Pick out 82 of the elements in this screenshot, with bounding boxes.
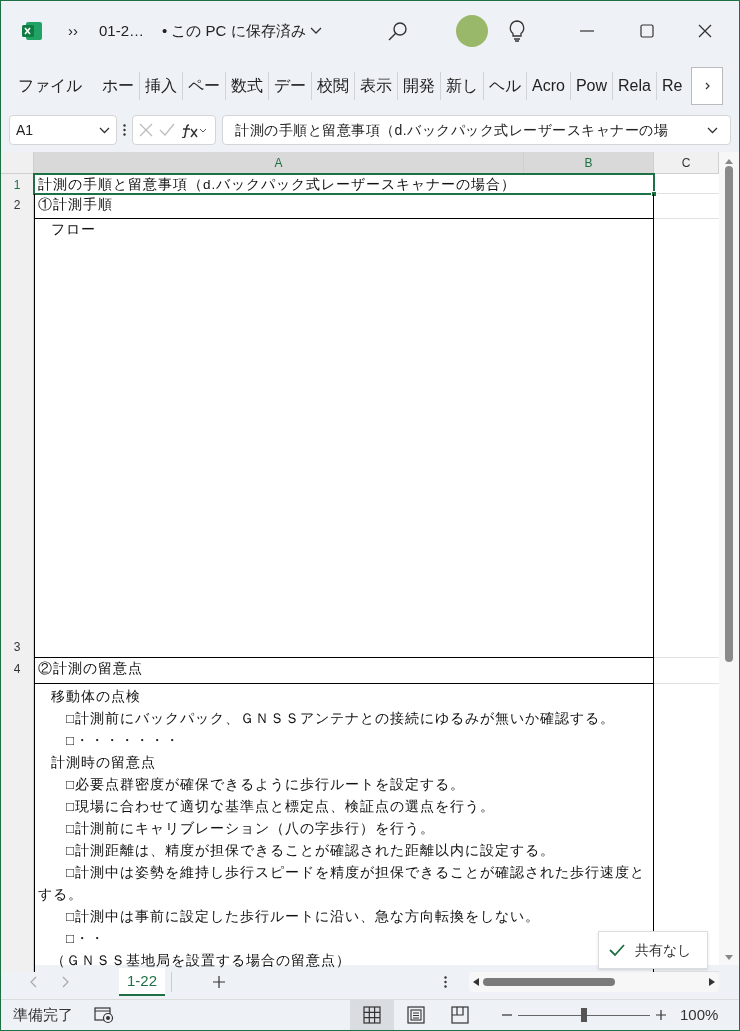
name-box[interactable]: A1: [9, 115, 117, 145]
cell-text: 計測の手順と留意事項（d.バックパック式レーザースキャナーの場合）: [37, 176, 518, 194]
row-header[interactable]: 2: [1, 194, 34, 219]
maximize-icon[interactable]: [639, 24, 654, 38]
cell-text: ②計測の留意点: [37, 660, 144, 678]
status-text: 準備完了: [13, 1004, 73, 1025]
view-button[interactable]: [350, 1000, 394, 1030]
ribbon-tab[interactable]: Rela: [613, 74, 656, 98]
cancel-icon[interactable]: [139, 123, 153, 137]
window-title: 01-2…: [99, 20, 145, 41]
avatar[interactable]: [455, 15, 488, 47]
close-icon[interactable]: [697, 24, 712, 38]
row-header[interactable]: 1: [1, 174, 34, 194]
scroll-up-icon[interactable]: [725, 158, 733, 164]
cell-text: □必要点群密度が確保できるように歩行ルートを設定する。: [65, 776, 467, 794]
chevron-down-icon: [99, 126, 110, 134]
cell-text: ①計測手順: [37, 196, 114, 214]
cell-text: 計測時の留意点: [50, 754, 157, 772]
cell-text: □計測距離は、精度が担保できることが確認された距離以内に設定する。: [65, 842, 557, 860]
ribbon-tab[interactable]: ペー: [183, 74, 225, 98]
share-status-label: 共有なし: [635, 940, 691, 960]
ribbon-scroll-button[interactable]: [691, 67, 723, 105]
ribbon-tab[interactable]: ヘル: [484, 74, 526, 98]
row-header[interactable]: 4: [1, 658, 34, 684]
cell-text: フロー: [50, 221, 97, 239]
search-icon[interactable]: [387, 21, 408, 41]
minimize-icon[interactable]: [579, 30, 594, 32]
ribbon-tab[interactable]: 挿入: [140, 74, 182, 98]
excel-logo-icon: [22, 21, 42, 41]
page-icon: [407, 1006, 425, 1024]
formula-field[interactable]: 計測の手順と留意事項（d.バックパック式レーザースキャナーの場: [222, 115, 731, 145]
accessibility-check-icon[interactable]: [94, 1006, 114, 1024]
previous-sheet-icon[interactable]: [30, 976, 37, 988]
chevron-down-icon: [707, 126, 718, 134]
add-sheet-icon[interactable]: [213, 976, 226, 988]
cell-text: □現場に合わせて適切な基準点と標定点、検証点の選点を行う。: [65, 798, 497, 816]
page-break-icon: [451, 1006, 469, 1024]
scroll-left-icon[interactable]: [473, 978, 480, 986]
check-icon: [609, 944, 625, 956]
row-header[interactable]: 3: [1, 219, 34, 658]
zoom-level[interactable]: 100%: [680, 1003, 719, 1027]
save-status-button[interactable]: • この PC に保存済み: [162, 19, 322, 43]
scroll-right-icon[interactable]: [709, 978, 716, 986]
more-options-icon[interactable]: [123, 124, 126, 136]
next-sheet-icon[interactable]: [62, 976, 69, 988]
cell-text: □計測中は事前に設定した歩行ルートに沿い、急な方向転換をしない。: [65, 908, 542, 926]
cell-text: □計測前にキャリブレーション（八の字歩行）を行う。: [65, 820, 437, 838]
horizontal-scrollbar[interactable]: [469, 972, 720, 992]
scrollbar-thumb[interactable]: [483, 978, 616, 986]
lightbulb-icon[interactable]: [507, 20, 526, 42]
check-icon[interactable]: [159, 123, 175, 137]
cell-text: 移動体の点検: [50, 688, 142, 706]
zoom-slider[interactable]: [518, 1008, 650, 1022]
grid-icon: [363, 1006, 381, 1024]
ribbon-tab[interactable]: 開発: [398, 74, 440, 98]
column-header[interactable]: A: [34, 152, 524, 173]
ribbon-tab[interactable]: Re: [656, 74, 688, 98]
ribbon-tab[interactable]: ホー: [97, 74, 139, 98]
cell-text: □計測前にバックパック、ＧＮＳＳアンテナとの接続にゆるみが無いか確認する。: [65, 710, 617, 728]
zoom-in-icon[interactable]: [656, 1010, 666, 1020]
chevron-right-icon: [704, 82, 710, 90]
ribbon-tab[interactable]: デー: [269, 74, 311, 98]
ribbon-tab[interactable]: 表示: [355, 74, 397, 98]
more-options-icon[interactable]: [444, 976, 448, 988]
function-icon[interactable]: [181, 122, 209, 138]
column-header[interactable]: B: [524, 152, 654, 173]
ribbon-tab[interactable]: 数式: [226, 74, 268, 98]
ribbon-tab[interactable]: 新し: [441, 74, 483, 98]
cell-text: □・・・・・・・: [65, 732, 182, 750]
ribbon-tab[interactable]: ファイル: [13, 74, 87, 98]
cell-text: □計測中は姿勢を維持し歩行スピードを精度が担保できることが確認された歩行速度とする。: [37, 864, 647, 904]
vertical-scrollbar[interactable]: [719, 152, 739, 965]
chevron-down-icon: [309, 27, 322, 35]
scrollbar-thumb[interactable]: [725, 166, 733, 662]
overflow-button[interactable]: ››: [68, 19, 78, 43]
scroll-down-icon[interactable]: [725, 955, 733, 961]
ribbon-tab[interactable]: 校閲: [312, 74, 354, 98]
fill-handle[interactable]: [651, 191, 657, 197]
ribbon-tab[interactable]: Acro: [527, 74, 570, 98]
sheet-tab[interactable]: 1-22: [119, 968, 166, 996]
zoom-slider-thumb[interactable]: [581, 1008, 587, 1022]
ribbon-tab[interactable]: Pow: [570, 74, 613, 98]
